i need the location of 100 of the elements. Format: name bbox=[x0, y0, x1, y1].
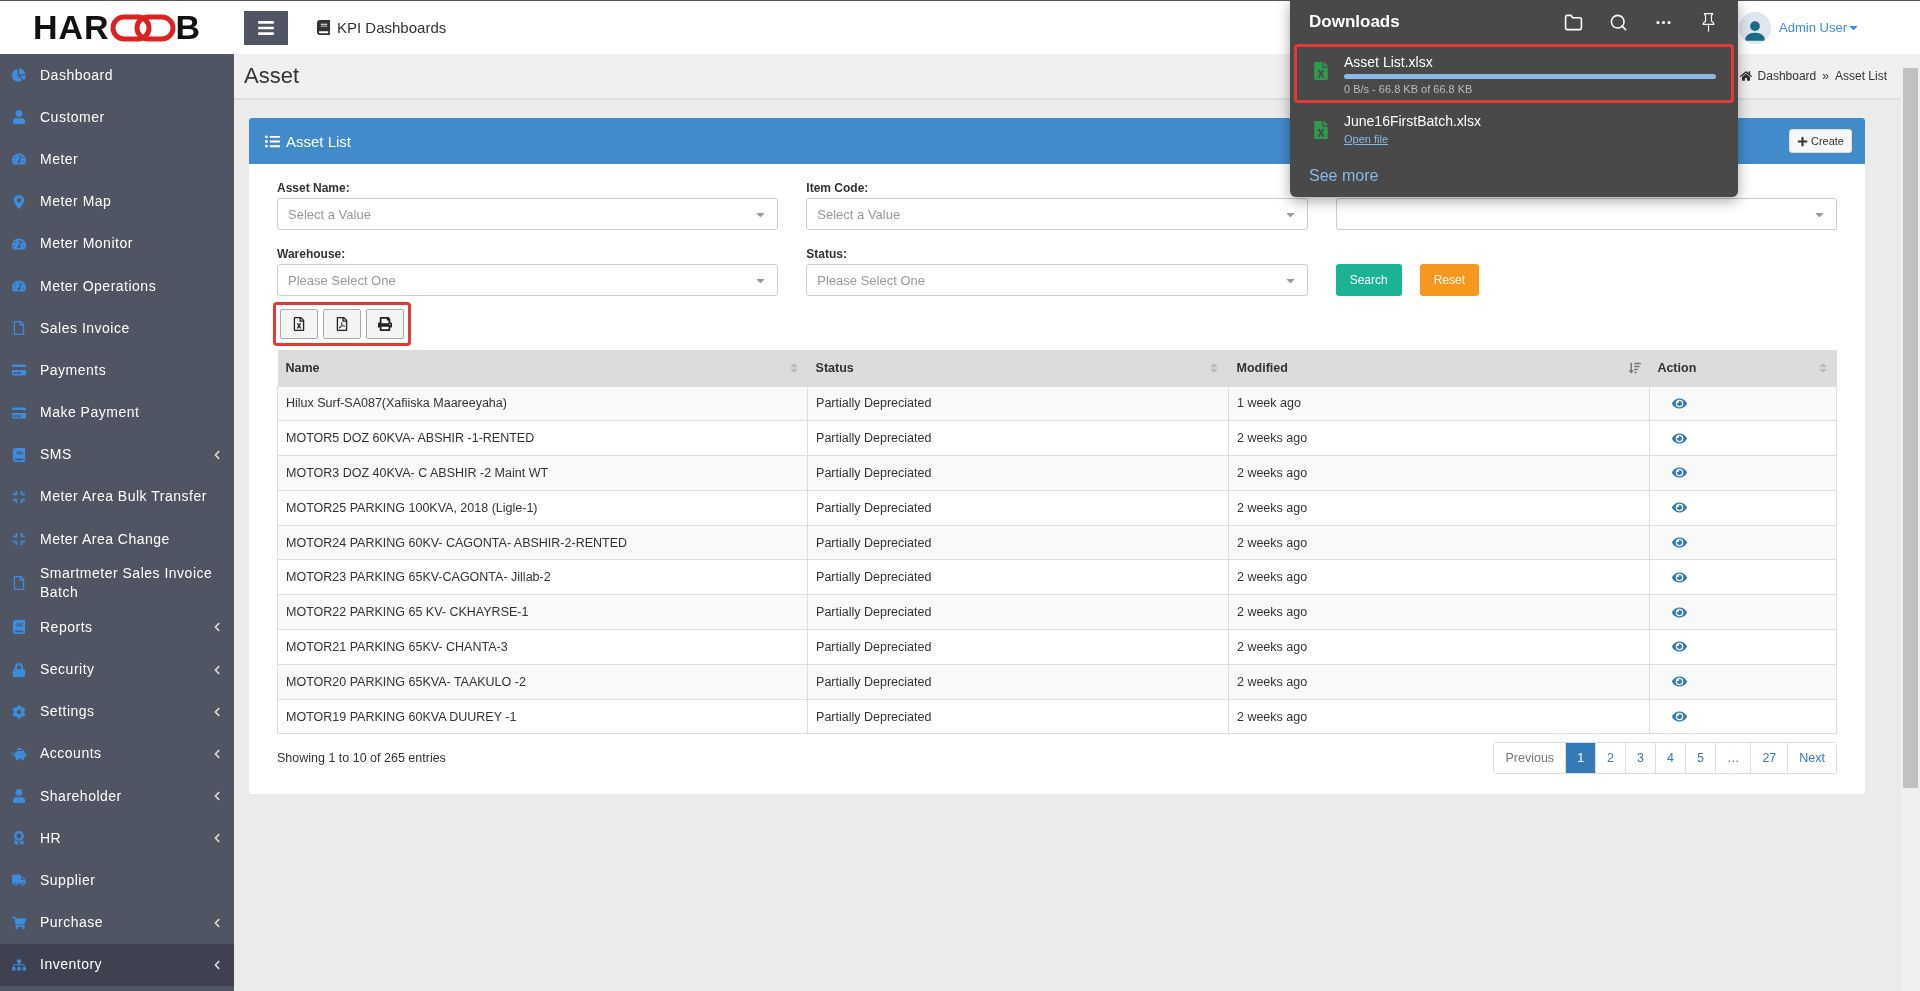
book-icon bbox=[12, 447, 26, 462]
select-field[interactable] bbox=[1335, 198, 1837, 230]
table-cell: Partially Depreciated bbox=[807, 490, 1229, 526]
eye-icon[interactable] bbox=[1671, 639, 1687, 655]
sidebar-label: HR bbox=[40, 828, 63, 848]
map-pin-icon bbox=[12, 194, 26, 209]
sidebar-label: Supplier bbox=[40, 870, 97, 890]
print-export-button[interactable] bbox=[366, 309, 404, 339]
chevron-icon bbox=[212, 664, 222, 675]
sidebar-item[interactable]: Purchase bbox=[0, 901, 234, 944]
search-icon[interactable] bbox=[1609, 12, 1628, 32]
sidebar-item[interactable]: Supplier bbox=[0, 859, 234, 902]
chevron-icon bbox=[212, 706, 222, 717]
user-icon bbox=[12, 789, 26, 804]
gauge-icon bbox=[12, 152, 26, 167]
sidebar-item[interactable]: Shareholder bbox=[0, 775, 234, 818]
chevron-icon bbox=[212, 748, 222, 759]
sidebar-label: SMS bbox=[40, 445, 73, 465]
user-menu[interactable]: Admin User bbox=[1779, 20, 1860, 35]
sidebar-item[interactable]: Settings bbox=[0, 690, 234, 733]
sidebar-item[interactable]: Dashboard bbox=[0, 54, 234, 97]
page-title: Asset bbox=[244, 63, 300, 89]
avatar bbox=[1739, 11, 1772, 44]
chevron-icon bbox=[212, 959, 222, 970]
breadcrumb-item[interactable]: Dashboard bbox=[1757, 69, 1817, 83]
page-link[interactable]: Next bbox=[1787, 743, 1836, 774]
download-item[interactable]: June16FirstBatch.xlsx Open file bbox=[1294, 103, 1734, 153]
sidebar-label: Customer bbox=[40, 107, 106, 127]
sidebar-label: Security bbox=[40, 660, 96, 680]
sidebar-item[interactable]: Customer bbox=[0, 96, 234, 139]
excel-file-icon bbox=[292, 317, 306, 331]
sidebar-label: Meter Area Bulk Transfer bbox=[40, 487, 208, 507]
filter-label: Asset Name: bbox=[277, 180, 351, 197]
home-icon bbox=[1739, 70, 1752, 82]
settings-icon bbox=[12, 704, 26, 719]
sidebar-item[interactable]: HR bbox=[0, 817, 234, 860]
sidebar-item[interactable]: Security bbox=[0, 648, 234, 691]
table-cell: MOTOR25 PARKING 100KVA, 2018 (Ligle-1) bbox=[277, 490, 808, 526]
page-link[interactable]: 1 bbox=[1565, 743, 1596, 774]
create-button[interactable]: Create bbox=[1788, 129, 1852, 153]
table-cell: MOTOR22 PARKING 65 KV- CKHAYRSE-1 bbox=[277, 594, 808, 630]
sidebar-item[interactable]: Inventory bbox=[0, 943, 234, 986]
scrollbar[interactable] bbox=[1901, 54, 1920, 991]
open-file-link[interactable]: Open file bbox=[1344, 133, 1389, 145]
sidebar-item[interactable]: SMS bbox=[0, 433, 234, 476]
sidebar-item[interactable]: Payments bbox=[0, 349, 234, 392]
user-icon bbox=[12, 110, 26, 125]
download-status: 0 B/s - 66.8 KB of 66.8 KB bbox=[1344, 83, 1474, 95]
compress-icon bbox=[12, 532, 26, 547]
table-cell: MOTOR20 PARKING 65KVA- TAAKULO -2 bbox=[277, 664, 808, 700]
table-cell: Partially Depreciated bbox=[807, 560, 1229, 595]
sidebar-label: Sales Invoice bbox=[40, 318, 131, 338]
chevron-icon bbox=[212, 791, 222, 802]
see-more-link[interactable]: See more bbox=[1290, 153, 1738, 189]
book-icon bbox=[12, 620, 26, 635]
piggy-bank-icon bbox=[12, 746, 26, 761]
pdf-export-button[interactable] bbox=[323, 309, 361, 339]
file-name: Asset List.xlsx bbox=[1344, 54, 1434, 70]
eye-icon[interactable] bbox=[1671, 535, 1687, 551]
sidebar-item[interactable]: Meter Operations bbox=[0, 264, 234, 308]
sidebar-label: Payments bbox=[40, 360, 108, 380]
sidebar-item[interactable]: Meter bbox=[0, 138, 234, 181]
column-header[interactable]: Name bbox=[277, 350, 808, 386]
nav-link[interactable]: KPI Dashboards bbox=[316, 19, 447, 36]
book-icon bbox=[316, 20, 331, 35]
eye-icon[interactable] bbox=[1671, 674, 1687, 690]
breadcrumb-item: » bbox=[1822, 69, 1829, 83]
menu-button[interactable] bbox=[244, 10, 288, 45]
sidebar-label: Meter Monitor bbox=[40, 234, 134, 254]
table-cell: MOTOR24 PARKING 60KV- CAGONTA- ABSHIR-2-RENTED bbox=[277, 525, 808, 560]
table-cell: Partially Depreciated bbox=[807, 594, 1229, 630]
sidebar-item[interactable]: Sales Invoice bbox=[0, 307, 234, 350]
download-item[interactable]: Asset List.xlsx 0 B/s - 66.8 KB of 66.8 KB bbox=[1294, 44, 1734, 103]
eye-icon[interactable] bbox=[1671, 709, 1687, 725]
sidebar-item[interactable]: Meter Map bbox=[0, 180, 234, 223]
file-icon bbox=[12, 576, 26, 591]
filter-label: Item Code: bbox=[806, 180, 870, 197]
column-header[interactable]: Status bbox=[807, 350, 1229, 386]
table-cell: Partially Depreciated bbox=[807, 525, 1229, 560]
sidebar-item[interactable]: Reports bbox=[0, 606, 234, 649]
logo-text: B bbox=[175, 8, 202, 47]
column-header[interactable]: Modified bbox=[1228, 350, 1650, 386]
excel-export-button[interactable] bbox=[280, 309, 318, 339]
popup-title: Downloads bbox=[1309, 12, 1400, 32]
sidebar-item[interactable]: Accounts bbox=[0, 732, 234, 775]
table-cell: 2 weeks ago bbox=[1228, 560, 1650, 595]
sidebar-item[interactable]: Smartmeter Sales Invoice Batch bbox=[0, 560, 234, 607]
sidebar-label: Purchase bbox=[40, 913, 105, 933]
file-name: June16FirstBatch.xlsx bbox=[1344, 113, 1482, 129]
folder-icon[interactable] bbox=[1564, 12, 1583, 32]
sidebar-item[interactable]: Meter Area Bulk Transfer bbox=[0, 475, 234, 519]
sidebar-label: Shareholder bbox=[40, 786, 123, 806]
pie-chart-icon bbox=[12, 68, 26, 83]
sidebar-item[interactable]: Make Payment bbox=[0, 391, 234, 434]
eye-icon[interactable] bbox=[1671, 465, 1687, 481]
sidebar-label: Meter Operations bbox=[40, 276, 158, 296]
sidebar-item[interactable]: Meter Area Change bbox=[0, 518, 234, 561]
sidebar-label: Accounts bbox=[40, 744, 103, 764]
column-header[interactable]: Action bbox=[1649, 350, 1837, 386]
sidebar-item[interactable]: Meter Monitor bbox=[0, 222, 234, 265]
